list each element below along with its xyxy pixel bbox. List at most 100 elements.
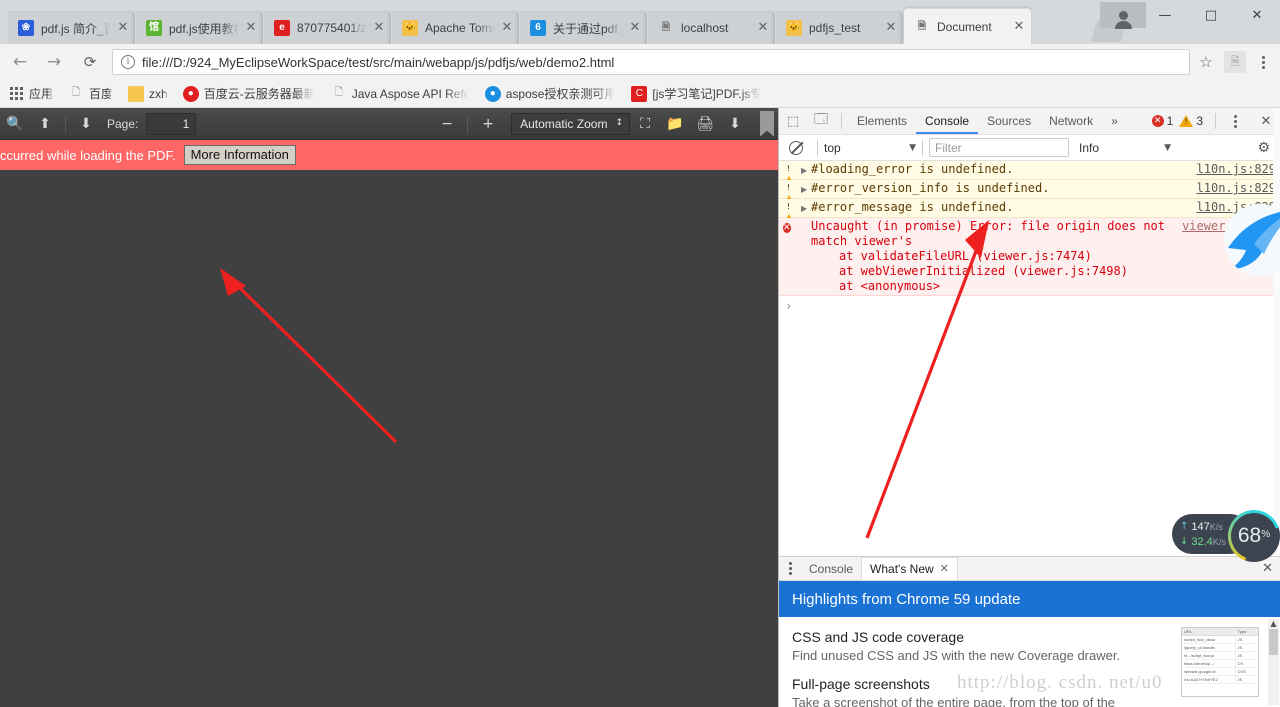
filter-divider-1 bbox=[817, 139, 818, 156]
browser-tab[interactable]: 🗎 Document ✕ bbox=[904, 8, 1031, 44]
browser-tab[interactable]: ❀ pdf.js 简介_百 ✕ bbox=[8, 11, 135, 44]
clear-console-icon[interactable] bbox=[789, 140, 803, 155]
forward-button[interactable]: → bbox=[40, 48, 68, 76]
whats-new-body: CSS and JS code coverage Find unused CSS… bbox=[779, 617, 1280, 707]
open-file-icon[interactable]: 📁 bbox=[660, 111, 690, 137]
console-warning-message[interactable]: ▶#error_version_info is undefined. l10n.j… bbox=[779, 180, 1280, 206]
console-message-source[interactable]: l10n.js:829 bbox=[1197, 162, 1280, 178]
scrollbar-thumb[interactable] bbox=[1269, 629, 1278, 655]
drawer-scrollbar[interactable]: ▲ bbox=[1268, 619, 1279, 705]
console-error-message[interactable]: ✕ Uncaught (in promise) Error: file origi… bbox=[779, 218, 1280, 296]
console-warning-message[interactable]: ▶#error_message is undefined.l10n.js:829 bbox=[779, 199, 1280, 225]
tab-close-icon[interactable]: ✕ bbox=[243, 20, 259, 36]
bookmark-item[interactable]: ● aspose授权亲测可用 bbox=[478, 83, 624, 105]
bookmark-item[interactable]: ● 百度云-云服务器最新 bbox=[176, 83, 323, 105]
bookmark-item[interactable]: 🗋 Java Aspose API Refe bbox=[324, 83, 477, 105]
more-tabs-icon[interactable]: » bbox=[1102, 108, 1127, 134]
more-information-button[interactable]: More Information bbox=[183, 145, 296, 165]
network-speed-widget[interactable]: ↑ 147 K/s ↓ 32.4 K/s 68% bbox=[1172, 510, 1280, 559]
toolbar-divider-2 bbox=[467, 114, 469, 133]
console-filter-input[interactable]: Filter bbox=[929, 138, 1069, 157]
browser-tab[interactable]: 🐱 Apache Tomca ✕ bbox=[392, 11, 519, 44]
thumbnail-row: /rs=AA2YrTtxhYE2 JS bbox=[1182, 676, 1258, 684]
error-count-badge[interactable]: ✕ 1 bbox=[1151, 114, 1173, 128]
bookmark-item[interactable]: 应用 bbox=[1, 83, 60, 105]
previous-page-button[interactable]: ⬆ bbox=[30, 111, 60, 137]
tab-close-icon[interactable]: ✕ bbox=[115, 20, 131, 36]
browser-tab[interactable]: 馆 pdf.js使用教程 ✕ bbox=[136, 11, 263, 44]
page-number-input[interactable]: 1 bbox=[146, 112, 197, 135]
console-message-text: #error_message is undefined. bbox=[811, 200, 1014, 214]
tab-close-icon[interactable]: ✕ bbox=[755, 20, 771, 36]
drawer-tab-console[interactable]: Console bbox=[801, 557, 861, 580]
console-warning-message[interactable]: ▶#loading_error is undefined. l10n.js:829 bbox=[779, 161, 1280, 187]
browser-tab[interactable]: 🗎 localhost ✕ bbox=[648, 11, 775, 44]
tab-close-icon[interactable]: ✕ bbox=[883, 20, 899, 36]
pdf-extension-icon[interactable]: 🗎 bbox=[1224, 51, 1246, 73]
devtools-tab-network[interactable]: Network bbox=[1040, 108, 1102, 134]
tab-close-icon[interactable]: ✕ bbox=[1011, 19, 1027, 35]
close-icon[interactable]: ✕ bbox=[940, 557, 949, 581]
tab-close-icon[interactable]: ✕ bbox=[499, 20, 515, 36]
inspect-element-icon[interactable]: ⬚ bbox=[779, 108, 807, 134]
console-prompt[interactable]: › bbox=[779, 296, 1280, 316]
bookmark-item[interactable]: C [js学习笔记]PDF.js专 bbox=[624, 83, 769, 105]
expand-icon[interactable]: ▶ bbox=[801, 204, 811, 216]
bookmark-flag-icon[interactable] bbox=[760, 110, 774, 137]
stack-frame[interactable]: at webViewerInitialized (viewer.js:7498) bbox=[811, 264, 1176, 279]
devtools-tab-elements[interactable]: Elements bbox=[848, 108, 916, 134]
drawer-close-icon[interactable]: ✕ bbox=[1262, 561, 1273, 576]
devtools-menu-icon[interactable] bbox=[1222, 108, 1248, 134]
download-arrow-icon: ↓ bbox=[1180, 536, 1189, 547]
device-toolbar-icon[interactable]: 🗔 bbox=[807, 108, 835, 134]
thumbnail-row: ht.../script_foot.js JS bbox=[1182, 652, 1258, 660]
drawer-tab-whats-new[interactable]: What's New ✕ bbox=[861, 557, 958, 580]
download-icon[interactable]: ⬇ bbox=[720, 111, 750, 137]
stack-frame[interactable]: at <anonymous> bbox=[811, 279, 1176, 294]
browser-tab[interactable]: 6 关于通过pdf.js ✕ bbox=[520, 11, 647, 44]
minimize-button[interactable]: — bbox=[1142, 0, 1188, 30]
profile-button[interactable] bbox=[1100, 2, 1146, 29]
stack-frame[interactable]: at validateFileURL (viewer.js:7474) bbox=[811, 249, 1176, 264]
close-window-button[interactable]: ✕ bbox=[1234, 0, 1280, 30]
zoom-in-button[interactable]: + bbox=[473, 111, 503, 137]
drawer-menu-icon[interactable] bbox=[779, 562, 801, 575]
tab-close-icon[interactable]: ✕ bbox=[371, 20, 387, 36]
warning-count-badge[interactable]: 3 bbox=[1179, 114, 1203, 128]
bookmark-star-icon[interactable]: ☆ bbox=[1192, 49, 1220, 75]
site-info-icon[interactable]: i bbox=[121, 55, 135, 69]
maximize-button[interactable]: □ bbox=[1188, 0, 1234, 30]
bookmark-item[interactable]: zxh bbox=[121, 83, 175, 105]
execution-context-select[interactable]: top ▼ bbox=[824, 141, 916, 155]
console-message-text: #loading_error is undefined. bbox=[811, 162, 1014, 176]
bookmark-item[interactable]: 🗋 百度 bbox=[61, 83, 120, 105]
browser-tab[interactable]: e 870775401/zx ✕ bbox=[264, 11, 391, 44]
back-button[interactable]: ← bbox=[6, 48, 34, 76]
expand-icon[interactable]: ▶ bbox=[801, 166, 811, 178]
cpu-gauge[interactable]: 68% bbox=[1228, 510, 1280, 562]
devtools-tab-sources[interactable]: Sources bbox=[978, 108, 1040, 134]
omnibox-actions: ☆ 🗎 bbox=[1192, 49, 1280, 75]
zoom-select[interactable]: Automatic Zoom ↕ bbox=[511, 112, 630, 135]
reload-button[interactable]: ⟳ bbox=[76, 48, 104, 76]
search-icon[interactable]: 🔍 bbox=[0, 111, 30, 137]
three-dot-menu-icon[interactable] bbox=[1250, 49, 1276, 75]
zoom-out-button[interactable]: − bbox=[432, 111, 462, 137]
thumbnail-cell-type: JS bbox=[1234, 652, 1258, 659]
log-level-select[interactable]: Info ▼ bbox=[1079, 141, 1171, 155]
console-message-source[interactable]: l10n.js:829 bbox=[1197, 181, 1280, 197]
gear-icon[interactable]: ⚙ bbox=[1257, 140, 1270, 156]
browser-window: ❀ pdf.js 简介_百 ✕ 馆 pdf.js使用教程 ✕ e 870775401/zx ✕ 🐱… bbox=[0, 0, 1280, 707]
expand-icon[interactable]: ▶ bbox=[801, 185, 811, 197]
address-bar[interactable]: i file:///D:/924_MyEclipseWorkSpace/test… bbox=[112, 49, 1190, 75]
pdf-document-area[interactable] bbox=[0, 170, 778, 707]
browser-tab[interactable]: 🐱 pdfjs_test ✕ bbox=[776, 11, 903, 44]
devtools-tab-console[interactable]: Console bbox=[916, 108, 979, 134]
next-page-button[interactable]: ⬇ bbox=[71, 111, 101, 137]
message-icon: ✕ bbox=[783, 219, 799, 294]
fullscreen-icon[interactable]: ⛶ bbox=[630, 111, 660, 137]
print-icon[interactable]: 🖨 bbox=[690, 111, 720, 137]
tab-close-icon[interactable]: ✕ bbox=[627, 20, 643, 36]
scroll-up-icon[interactable]: ▲ bbox=[1268, 619, 1279, 628]
bookmarks-bar: 应用 🗋 百度 zxh ● 百度云-云服务器最新 🗋 Java Aspose API Refe… bbox=[0, 80, 1280, 108]
